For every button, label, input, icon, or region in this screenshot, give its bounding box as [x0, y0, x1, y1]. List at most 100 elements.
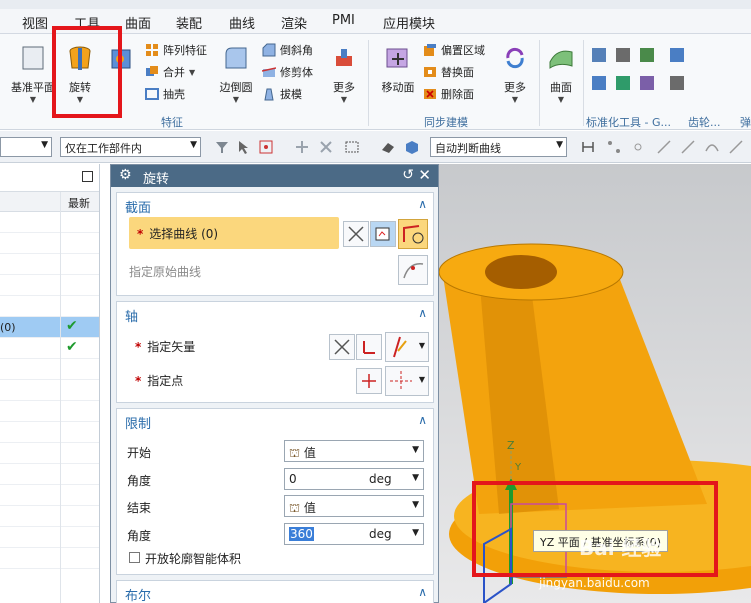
chevron-down-icon: ▼ [511, 95, 519, 104]
move-face-button[interactable]: 移动面 [376, 44, 420, 95]
section-limits-title: 限制 [125, 417, 152, 432]
line-icon[interactable] [680, 139, 696, 155]
list-item[interactable] [0, 380, 99, 401]
parallel-lines-icon[interactable] [580, 139, 596, 155]
maximize-icon[interactable] [82, 171, 93, 182]
box-select-icon[interactable] [344, 139, 360, 155]
menu-view[interactable]: 视图 [22, 13, 48, 32]
sketch-section-button[interactable] [370, 221, 396, 247]
end-label: 结束 [127, 501, 152, 515]
end-type-select[interactable]: ⛫ 值 ▼ [284, 495, 424, 517]
arc-icon[interactable] [704, 139, 720, 155]
list-item[interactable] [0, 527, 99, 548]
list-item[interactable] [0, 254, 99, 275]
start-type-select[interactable]: ⛫ 值 ▼ [284, 440, 424, 462]
list-item[interactable] [0, 275, 99, 296]
point-type-dropdown[interactable]: ▼ [385, 366, 429, 396]
vector-dialog-button[interactable] [356, 334, 382, 360]
type-filter-select[interactable]: ▼ [0, 137, 52, 157]
snap-icon[interactable] [294, 139, 310, 155]
chevron-up-icon[interactable]: ∧ [418, 306, 427, 320]
edge-blend-button[interactable]: 边倒圆 ▼ [216, 44, 256, 104]
list-item[interactable] [0, 506, 99, 527]
menu-render[interactable]: 渲染 [281, 13, 307, 32]
group-label-standard-tools: 标准化工具 - G... [586, 116, 671, 129]
open-profile-checkbox[interactable] [129, 552, 140, 563]
list-item[interactable] [0, 548, 99, 569]
column-latest: 最新 [68, 197, 90, 210]
list-item[interactable] [0, 296, 99, 317]
snap-point-icon[interactable] [258, 139, 274, 155]
chamfer-button[interactable]: 倒斜角 [262, 42, 313, 58]
filter-icon[interactable] [214, 139, 230, 155]
end-angle-input[interactable]: 360 deg ▼ [284, 523, 424, 545]
section-profile-header[interactable]: 截面 ∧ [117, 193, 433, 217]
vector-icon [363, 341, 375, 354]
list-item[interactable] [0, 233, 99, 254]
gear-icon[interactable]: ⚙ [119, 167, 132, 183]
move-icon[interactable] [318, 139, 334, 155]
select-arrow-icon[interactable] [236, 139, 252, 155]
chevron-down-icon: ▼ [418, 375, 425, 384]
unite-button[interactable]: 合并 ▼ [145, 64, 195, 80]
list-item[interactable] [0, 401, 99, 422]
scope-select[interactable]: 仅在工作部件内 ▼ [60, 137, 201, 157]
trim-body-label: 修剪体 [280, 66, 313, 79]
section-boolean-header[interactable]: 布尔 ∧ [117, 581, 433, 603]
select-curve-field[interactable]: * 选择曲线 (0) [129, 217, 339, 249]
cube-icon[interactable] [404, 139, 420, 155]
chevron-down-icon: ▼ [412, 445, 419, 455]
reverse-vector-button[interactable] [329, 334, 355, 360]
close-icon[interactable]: ✕ [418, 166, 431, 184]
vector-type-dropdown[interactable]: ▼ [385, 332, 429, 362]
list-item[interactable]: ✔ [0, 338, 99, 359]
list-item[interactable]: (0) ✔ [0, 317, 99, 338]
curve-select-button[interactable] [398, 219, 428, 249]
chevron-down-icon: ▼ [29, 95, 37, 104]
datum-plane-button[interactable]: 基准平面 ▼ [8, 44, 58, 104]
list-item[interactable] [0, 443, 99, 464]
swap-direction-button[interactable] [343, 221, 369, 247]
offset-region-button[interactable]: 偏置区域 [423, 42, 485, 58]
line-icon[interactable] [656, 139, 672, 155]
reset-icon[interactable]: ↺ [402, 167, 414, 183]
scope-select-value: 仅在工作部件内 [65, 142, 142, 155]
menu-assembly[interactable]: 装配 [176, 13, 202, 32]
section-limits-header[interactable]: 限制 ∧ [117, 409, 433, 433]
replace-face-button[interactable]: 替换面 [423, 64, 474, 80]
chevron-up-icon[interactable]: ∧ [418, 197, 427, 211]
list-item[interactable] [0, 422, 99, 443]
eraser-icon[interactable] [380, 139, 396, 155]
origin-curve-button[interactable] [398, 255, 428, 285]
list-item[interactable] [0, 485, 99, 506]
points-icon[interactable] [630, 139, 646, 155]
section-axis-header[interactable]: 轴 ∧ [117, 302, 433, 326]
list-item[interactable] [0, 359, 99, 380]
curve-rule-select[interactable]: 自动判断曲线 ▼ [430, 137, 567, 157]
start-angle-input[interactable]: 0 deg ▼ [284, 468, 424, 490]
surface-button[interactable]: 曲面 ▼ [544, 44, 578, 104]
menu-applications[interactable]: 应用模块 [383, 13, 435, 32]
trim-body-button[interactable]: 修剪体 [262, 64, 313, 80]
line-icon[interactable] [728, 139, 744, 155]
standard-tools-icons[interactable] [590, 46, 690, 106]
list-item[interactable] [0, 212, 99, 233]
list-item[interactable] [0, 464, 99, 485]
point-dialog-button[interactable] [356, 368, 382, 394]
draft-button[interactable]: 拔模 [262, 86, 302, 102]
shell-icon [145, 88, 159, 100]
menu-surface[interactable]: 曲面 [125, 13, 151, 32]
feature-pattern-button[interactable]: 阵列特征 [145, 42, 207, 58]
more-features-button[interactable]: 更多 ▼ [327, 44, 361, 104]
chevron-up-icon[interactable]: ∧ [418, 413, 427, 427]
more-sync-button[interactable]: 更多 ▼ [498, 44, 532, 104]
inferred-vector-icon [393, 336, 407, 358]
chevron-down-icon: ▼ [190, 140, 197, 150]
menu-pmi[interactable]: PMI [332, 13, 355, 28]
menu-curve[interactable]: 曲线 [229, 13, 255, 32]
delete-face-button[interactable]: 删除面 [423, 86, 474, 102]
shell-button[interactable]: 抽壳 [145, 86, 185, 102]
point-icon [390, 371, 412, 391]
connect-icon[interactable] [606, 139, 622, 155]
chevron-up-icon[interactable]: ∧ [418, 585, 427, 599]
